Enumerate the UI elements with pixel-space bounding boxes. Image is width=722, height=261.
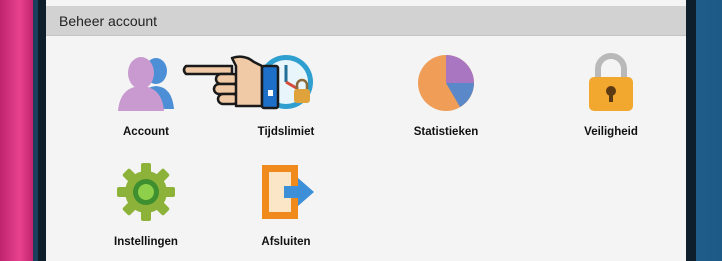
gear-icon	[117, 163, 175, 221]
tile-security[interactable]: Veiligheid	[541, 45, 681, 155]
page-title: Beheer account	[59, 13, 158, 29]
tile-label: Veiligheid	[584, 126, 638, 138]
pointing-hand-icon	[182, 55, 280, 110]
tile-exit[interactable]: Afsluiten	[216, 155, 356, 261]
tile-settings[interactable]: Instellingen	[76, 155, 216, 261]
tile-label: Account	[123, 126, 169, 138]
padlock-icon	[589, 53, 633, 111]
tile-label: Afsluiten	[261, 236, 311, 248]
title-bar: Beheer account	[46, 6, 686, 36]
tile-label: Statistieken	[413, 126, 479, 138]
tile-label: Instellingen	[114, 236, 178, 248]
tile-label: Tijdslimiet	[257, 126, 315, 138]
screen-frame-right	[686, 0, 696, 261]
statistics-pie-icon	[418, 55, 474, 111]
tile-statistics[interactable]: Statistieken	[376, 45, 516, 155]
device-case-edge	[0, 0, 39, 261]
exit-door-icon	[262, 165, 314, 219]
account-icon	[118, 57, 174, 111]
app-screen: Beheer account Account Tijdslimiet Stati…	[46, 0, 686, 261]
